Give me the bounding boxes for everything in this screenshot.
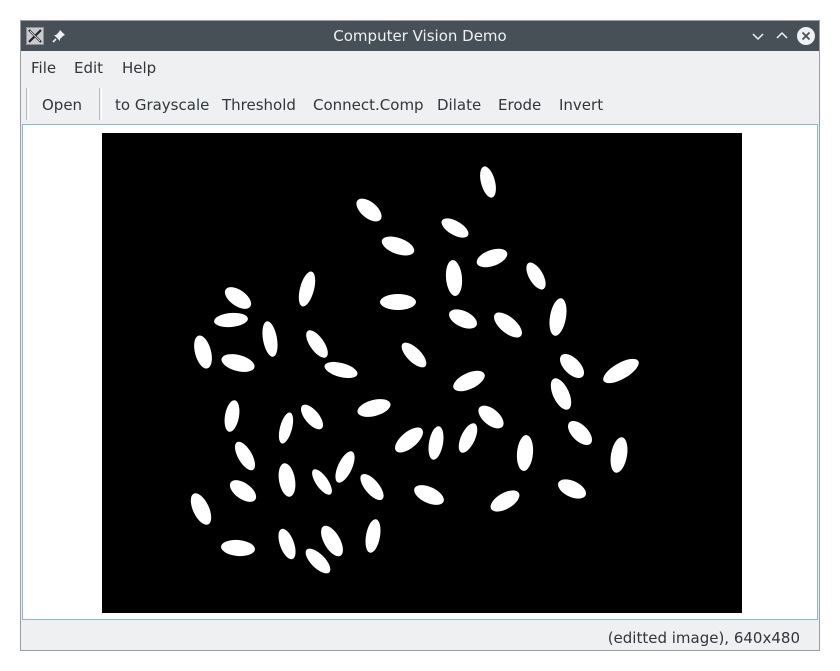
app-window: Computer Vision Demo File Edit Help Open… — [20, 20, 820, 651]
connected-components-button[interactable]: Connect.Comp — [313, 84, 424, 126]
close-icon[interactable] — [796, 26, 816, 46]
menu-file[interactable]: File — [31, 51, 56, 86]
threshold-button[interactable]: Threshold — [222, 84, 296, 126]
erode-button[interactable]: Erode — [498, 84, 541, 126]
processed-image — [102, 133, 742, 613]
invert-button[interactable]: Invert — [559, 84, 603, 126]
window-title: Computer Vision Demo — [333, 27, 507, 45]
dilate-button[interactable]: Dilate — [437, 84, 481, 126]
minimize-icon[interactable] — [750, 28, 766, 44]
menu-help[interactable]: Help — [122, 51, 156, 86]
image-view[interactable] — [22, 124, 818, 620]
maximize-icon[interactable] — [774, 28, 790, 44]
title-bar[interactable]: Computer Vision Demo — [21, 21, 819, 51]
menu-edit[interactable]: Edit — [74, 51, 103, 86]
toolbar-separator — [99, 88, 102, 120]
status-bar: (editted image), 640x480 — [21, 621, 819, 650]
grayscale-button[interactable]: to Grayscale — [115, 84, 209, 126]
toolbar: Open to Grayscale Threshold Connect.Comp… — [21, 84, 819, 124]
toolbar-handle[interactable] — [26, 88, 29, 120]
menu-bar: File Edit Help — [21, 51, 819, 84]
open-button[interactable]: Open — [42, 84, 82, 126]
status-text: (editted image), 640x480 — [607, 629, 800, 647]
